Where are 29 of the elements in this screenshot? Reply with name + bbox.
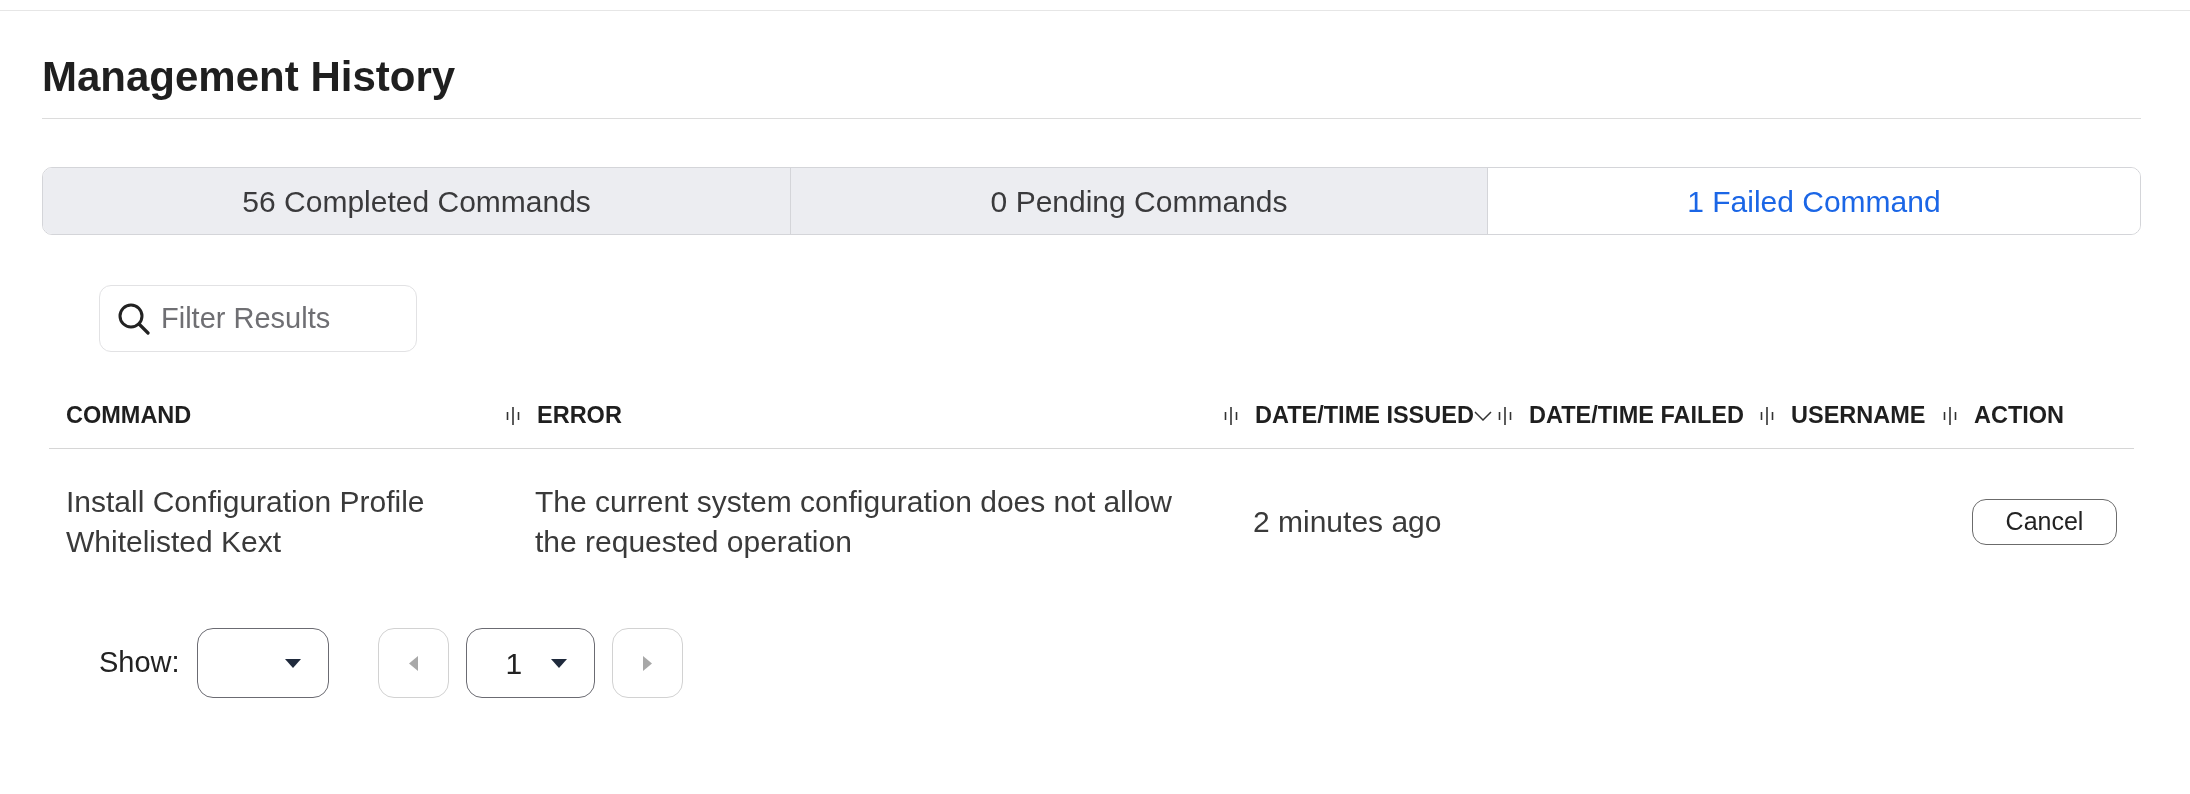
page-size-select[interactable]: [196, 628, 329, 698]
column-resize-icon[interactable]: [1224, 407, 1238, 425]
column-header[interactable]: ACTION: [1974, 398, 2065, 434]
cancel-button[interactable]: Cancel: [1972, 499, 2117, 545]
tab[interactable]: 56 Completed Commands: [43, 168, 791, 234]
caret-right-icon: [642, 655, 652, 671]
page-select[interactable]: 1: [465, 628, 595, 698]
column-resize-icon[interactable]: [506, 407, 520, 425]
show-label: Show:: [99, 645, 180, 681]
caret-left-icon: [408, 655, 418, 671]
column-header[interactable]: DATE/TIME FAILED: [1529, 398, 1744, 434]
table-cell-text: The current system configuration does not allow the requested operation: [535, 484, 1173, 560]
search-icon: [117, 302, 150, 335]
page-title: Management History: [42, 53, 456, 101]
caret-down-icon: [550, 658, 567, 668]
caret-down-icon: [284, 658, 301, 668]
filter-field[interactable]: Filter Results: [99, 285, 417, 352]
column-header[interactable]: DATE/TIME ISSUED: [1255, 398, 1492, 434]
table-cell-text: Install Configuration Profile Whitelisted Kext: [66, 484, 426, 560]
sort-chevron-icon: [1473, 411, 1492, 421]
column-resize-icon[interactable]: [1943, 407, 1957, 425]
column-header[interactable]: USERNAME: [1791, 398, 1926, 434]
column-resize-icon[interactable]: [1498, 407, 1512, 425]
column-header[interactable]: COMMAND: [66, 398, 192, 434]
table-cell-text: 2 minutes ago: [1253, 504, 1443, 540]
tab[interactable]: 1 Failed Command: [1486, 168, 2140, 234]
column-resize-icon[interactable]: [1760, 407, 1774, 425]
column-header[interactable]: ERROR: [537, 398, 622, 434]
tab[interactable]: 0 Pending Commands: [790, 168, 1487, 234]
